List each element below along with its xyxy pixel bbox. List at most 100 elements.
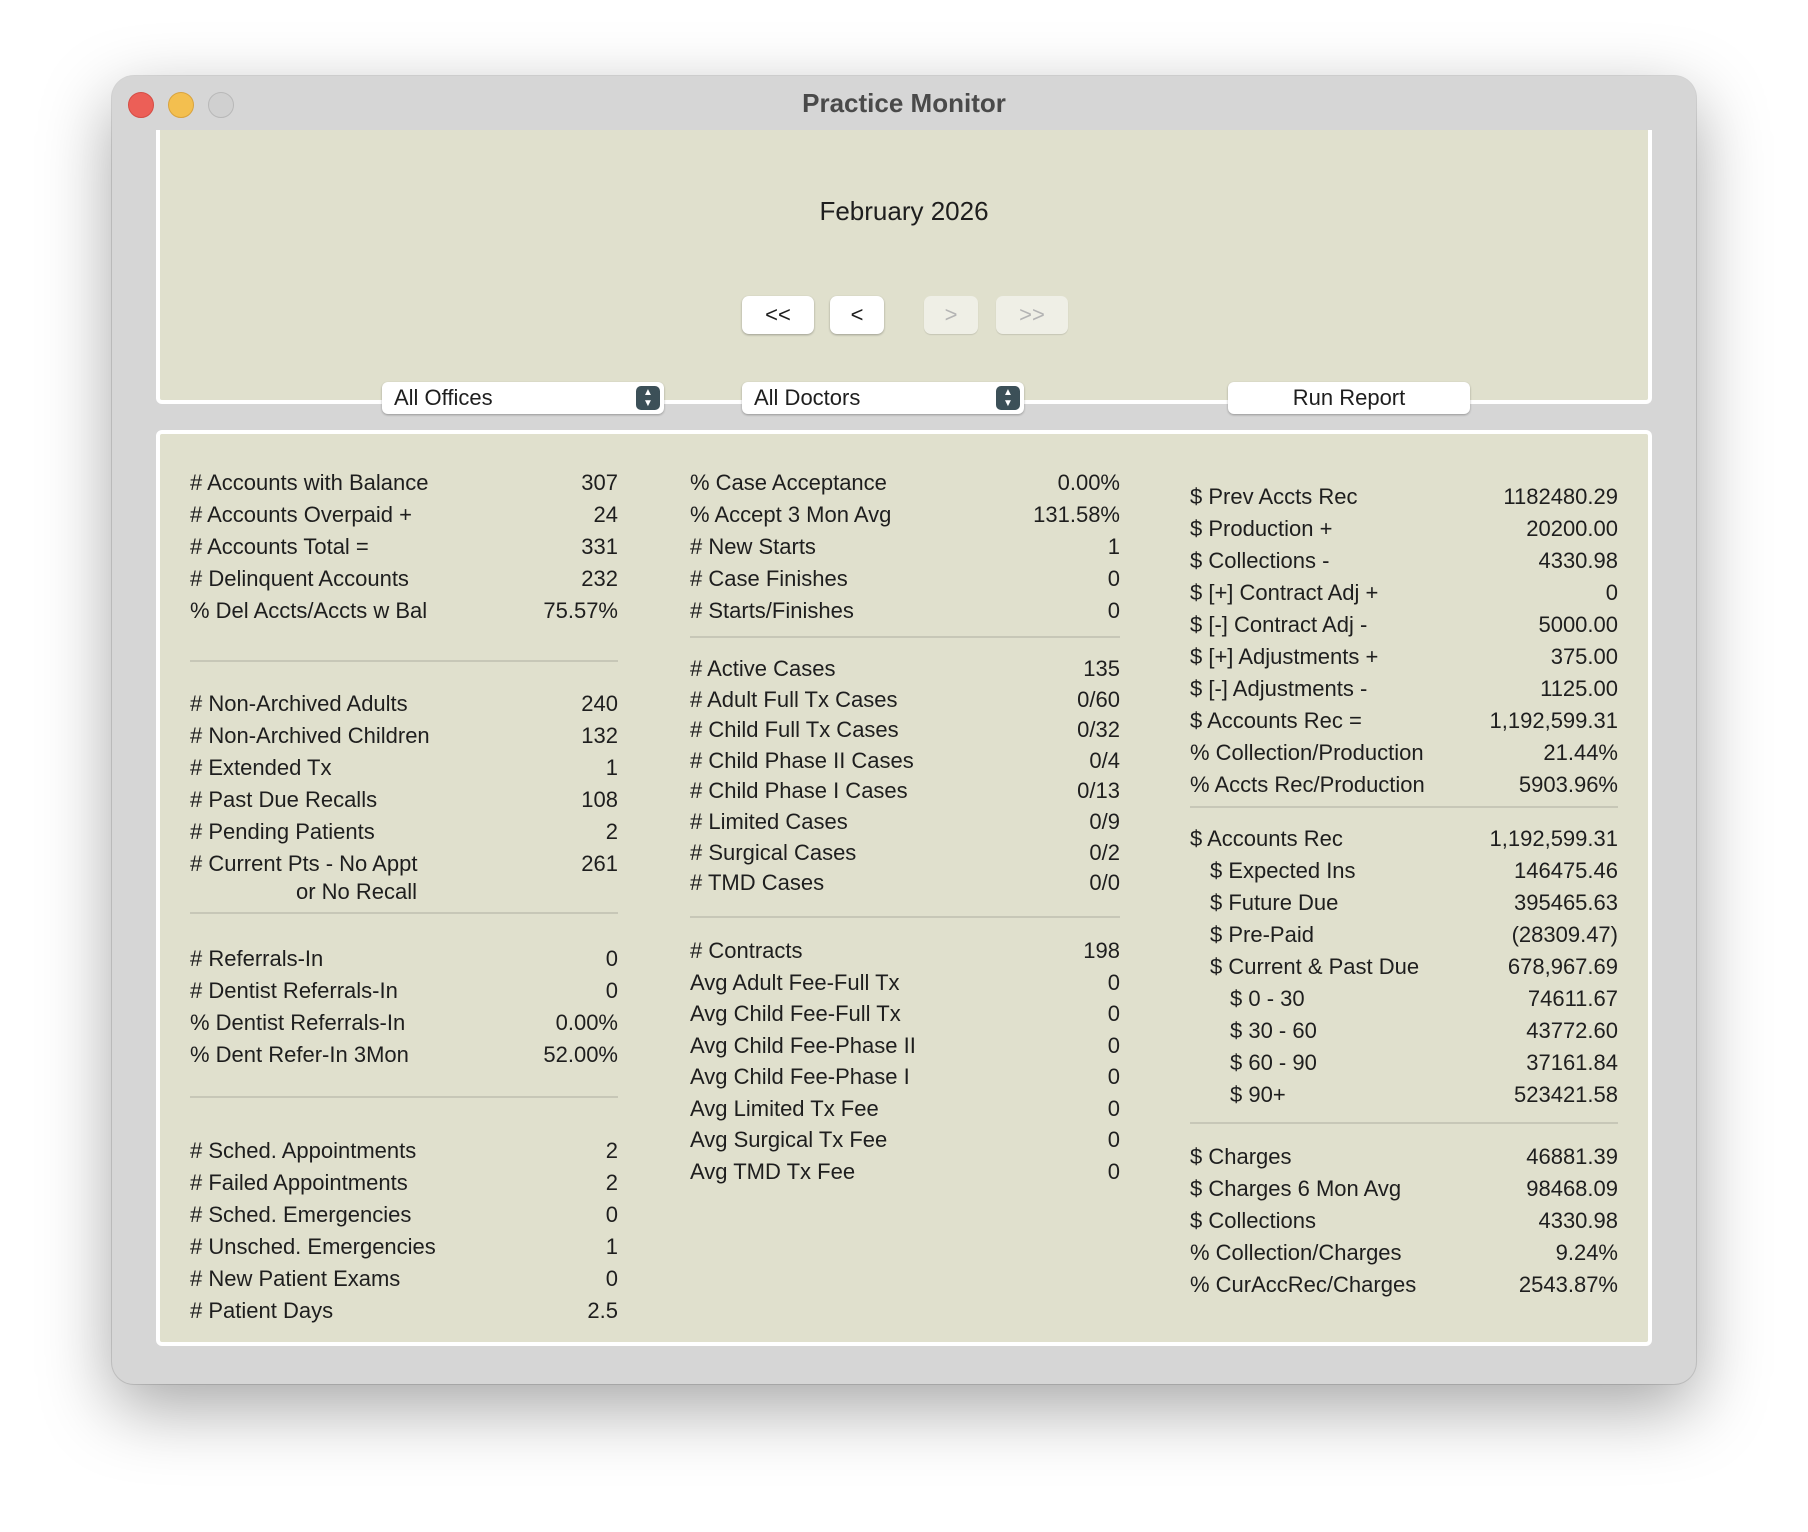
stat-label: # Sched. Emergencies [190,1202,412,1227]
stat-row: $ Production + 20200.00 [1190,516,1618,546]
stat-label: # Referrals-In [190,946,324,971]
stat-row: # Accounts with Balance 307 [190,470,618,500]
stat-row: $ [-] Contract Adj - 5000.00 [1190,612,1618,642]
next-month-button[interactable]: > [924,296,978,334]
stat-value: 135 [1083,656,1120,681]
stat-row: $ Pre-Paid (28309.47) [1190,922,1618,952]
stat-label: % Accept 3 Mon Avg [690,502,892,527]
stat-label: # Past Due Recalls [190,787,378,812]
stat-value: 146475.46 [1514,858,1618,883]
stat-label: # Contracts [690,938,803,963]
stat-label: $ [-] Adjustments - [1190,676,1368,701]
stat-value: 0/2 [1089,839,1120,865]
stat-value: 4330.98 [1538,1208,1618,1233]
stat-label: % CurAccRec/Charges [1190,1272,1417,1297]
stat-value: 46881.39 [1526,1144,1618,1169]
section-divider [190,660,618,662]
stat-label: # Accounts Overpaid + [190,502,412,527]
stat-row: $ 30 - 60 43772.60 [1190,1018,1618,1048]
stat-value: 0 [1107,566,1120,591]
stat-row: $ Expected Ins 146475.46 [1190,858,1618,888]
stat-value: 1,192,599.31 [1489,826,1618,851]
section-divider [1190,806,1618,808]
stat-row: # Surgical Cases 0/2 [690,840,1120,870]
month-label: February 2026 [819,196,989,226]
stat-value: 0 [1107,1095,1120,1121]
stat-value: 43772.60 [1526,1018,1618,1043]
stat-value: 21.44% [1543,740,1618,765]
stat-row: $ [+] Adjustments + 375.00 [1190,644,1618,674]
stat-label: # Surgical Cases [690,839,857,865]
stat-value: 9.24% [1555,1240,1618,1265]
stat-row: % Accept 3 Mon Avg 131.58% [690,502,1120,532]
stat-value: 52.00% [543,1042,618,1067]
stat-value: 261 [581,851,618,876]
stat-value: 24 [593,502,618,527]
stat-value: 0 [1107,1158,1120,1184]
stat-value: 523421.58 [1514,1082,1618,1107]
updown-chevron-icon: ▲ ▼ [996,386,1020,410]
stat-label: # Delinquent Accounts [190,566,409,591]
stat-label: # Limited Cases [690,809,848,834]
stat-value: 1 [605,1234,618,1259]
stat-value: 5903.96% [1518,772,1618,797]
previous-month-button[interactable]: < [830,296,884,334]
stat-label: # Current Pts - No Appt [190,851,418,876]
title-bar: Practice Monitor [112,76,1696,132]
stat-row: $ Prev Accts Rec 1182480.29 [1190,484,1618,514]
doctor-select[interactable]: All Doctors ▲ ▼ [742,382,1024,414]
stat-row: # Starts/Finishes 0 [690,598,1120,628]
section-divider [1190,1122,1618,1124]
stat-row: $ Charges 6 Mon Avg 98468.09 [1190,1176,1618,1206]
stat-value: 37161.84 [1526,1050,1618,1075]
stat-value: 0/9 [1089,809,1120,834]
first-month-button[interactable]: << [742,296,814,334]
stat-value: 131.58% [1033,502,1120,527]
stat-label: $ Charges 6 Mon Avg [1190,1176,1402,1201]
stat-label: # Failed Appointments [190,1170,408,1195]
stat-row: # Failed Appointments 2 [190,1170,618,1200]
stat-row: # Adult Full Tx Cases 0/60 [690,687,1120,717]
stat-label: $ Charges [1190,1144,1292,1169]
stat-row: $ Accounts Rec = 1,192,599.31 [1190,708,1618,738]
stat-value: 2 [605,1138,618,1163]
stat-row: Avg Child Fee-Phase I 0 [690,1064,1120,1094]
stat-row: $ [+] Contract Adj + 0 [1190,580,1618,610]
stat-row: # Case Finishes 0 [690,566,1120,596]
stat-value: 0/13 [1077,778,1120,804]
stat-row: # Contracts 198 [690,938,1120,968]
stat-label: % Collection/Production [1190,740,1424,765]
stat-label: $ [+] Adjustments + [1190,644,1379,669]
office-select[interactable]: All Offices ▲ ▼ [382,382,664,414]
stat-row: Avg Limited Tx Fee 0 [690,1096,1120,1126]
stat-row: $ [-] Adjustments - 1125.00 [1190,676,1618,706]
stat-value: (28309.47) [1511,922,1618,947]
stat-value: 0/32 [1077,717,1120,743]
stat-value: 2543.87% [1518,1272,1618,1297]
stat-label: # New Starts [690,534,816,559]
stat-row: % Dentist Referrals-In 0.00% [190,1010,618,1040]
doctor-select-value: All Doctors [754,385,861,410]
stat-row: % CurAccRec/Charges 2543.87% [1190,1272,1618,1302]
stat-row: # Limited Cases 0/9 [690,809,1120,839]
stat-row: # New Starts 1 [690,534,1120,564]
stat-value: 2 [605,1170,618,1195]
stat-value: 108 [581,787,618,812]
stat-row: # TMD Cases 0/0 [690,870,1120,900]
stat-label: % Accts Rec/Production [1190,772,1425,797]
stat-label: # Child Phase I Cases [690,778,908,804]
stat-value: 0 [1107,1001,1120,1026]
stat-label: # TMD Cases [690,870,825,896]
stat-label: # Extended Tx [190,755,332,780]
stat-value: 0 [1107,969,1120,995]
stat-row: # Child Phase II Cases 0/4 [690,748,1120,778]
stat-row: $ Accounts Rec 1,192,599.31 [1190,826,1618,856]
stat-value: 0.00% [1057,470,1120,495]
stat-value: 0 [1107,1064,1120,1089]
stat-label: # Case Finishes [690,566,848,591]
stat-label: Avg Child Fee-Full Tx [690,1001,901,1026]
run-report-button[interactable]: Run Report [1228,382,1470,414]
stat-label: # Starts/Finishes [690,598,854,623]
stat-label: # Child Full Tx Cases [690,717,899,743]
last-month-button[interactable]: >> [996,296,1068,334]
